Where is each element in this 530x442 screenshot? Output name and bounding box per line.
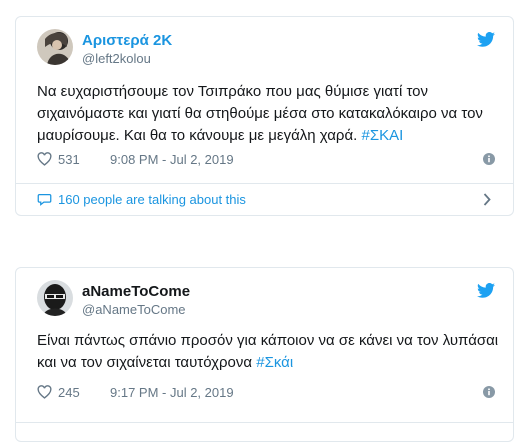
divider (16, 422, 513, 423)
hashtag-link[interactable]: #ΣΚΑΙ (361, 127, 403, 144)
tweet-header: aNameToCome @aNameToCome (37, 280, 495, 320)
like-count[interactable]: 531 (58, 152, 80, 167)
info-icon[interactable] (483, 386, 495, 398)
tweet-text: Να ευχαριστήσουμε τον Τσιπράκο που μας θ… (37, 81, 499, 147)
heart-icon[interactable] (37, 385, 52, 399)
tweet-meta: 245 9:17 PM - Jul 2, 2019 (37, 384, 495, 402)
tweet-meta: 531 9:08 PM - Jul 2, 2019 (37, 151, 495, 169)
chevron-right-icon[interactable] (483, 193, 491, 206)
heart-icon[interactable] (37, 152, 52, 166)
like-count[interactable]: 245 (58, 385, 80, 400)
hashtag-link[interactable]: #Σκάι (256, 354, 293, 371)
tweet-card: aNameToCome @aNameToCome Είναι πάντως σπ… (15, 267, 514, 442)
tweet-header: Αριστερά 2K @left2kolou (37, 29, 495, 69)
avatar[interactable] (37, 280, 73, 316)
tweet-body: Να ευχαριστήσουμε τον Τσιπράκο που μας θ… (37, 83, 483, 144)
twitter-bird-icon[interactable] (477, 283, 495, 298)
conversation-link[interactable]: 160 people are talking about this (37, 188, 495, 210)
tweet-timestamp[interactable]: 9:17 PM - Jul 2, 2019 (110, 385, 234, 400)
twitter-bird-icon[interactable] (477, 32, 495, 47)
user-handle[interactable]: @aNameToCome (82, 302, 186, 317)
comment-bubble-icon (37, 194, 52, 206)
tweet-timestamp[interactable]: 9:08 PM - Jul 2, 2019 (110, 152, 234, 167)
user-handle[interactable]: @left2kolou (82, 51, 151, 66)
display-name[interactable]: Αριστερά 2K (82, 32, 172, 49)
tweet-card: Αριστερά 2K @left2kolou Να ευχαριστήσουμ… (15, 16, 514, 216)
info-icon[interactable] (483, 153, 495, 165)
display-name[interactable]: aNameToCome (82, 283, 190, 300)
conversation-label[interactable]: 160 people are talking about this (58, 192, 246, 207)
avatar[interactable] (37, 29, 73, 65)
divider (16, 183, 513, 184)
tweet-text: Είναι πάντως σπάνιο προσόν για κάποιον ν… (37, 330, 499, 374)
